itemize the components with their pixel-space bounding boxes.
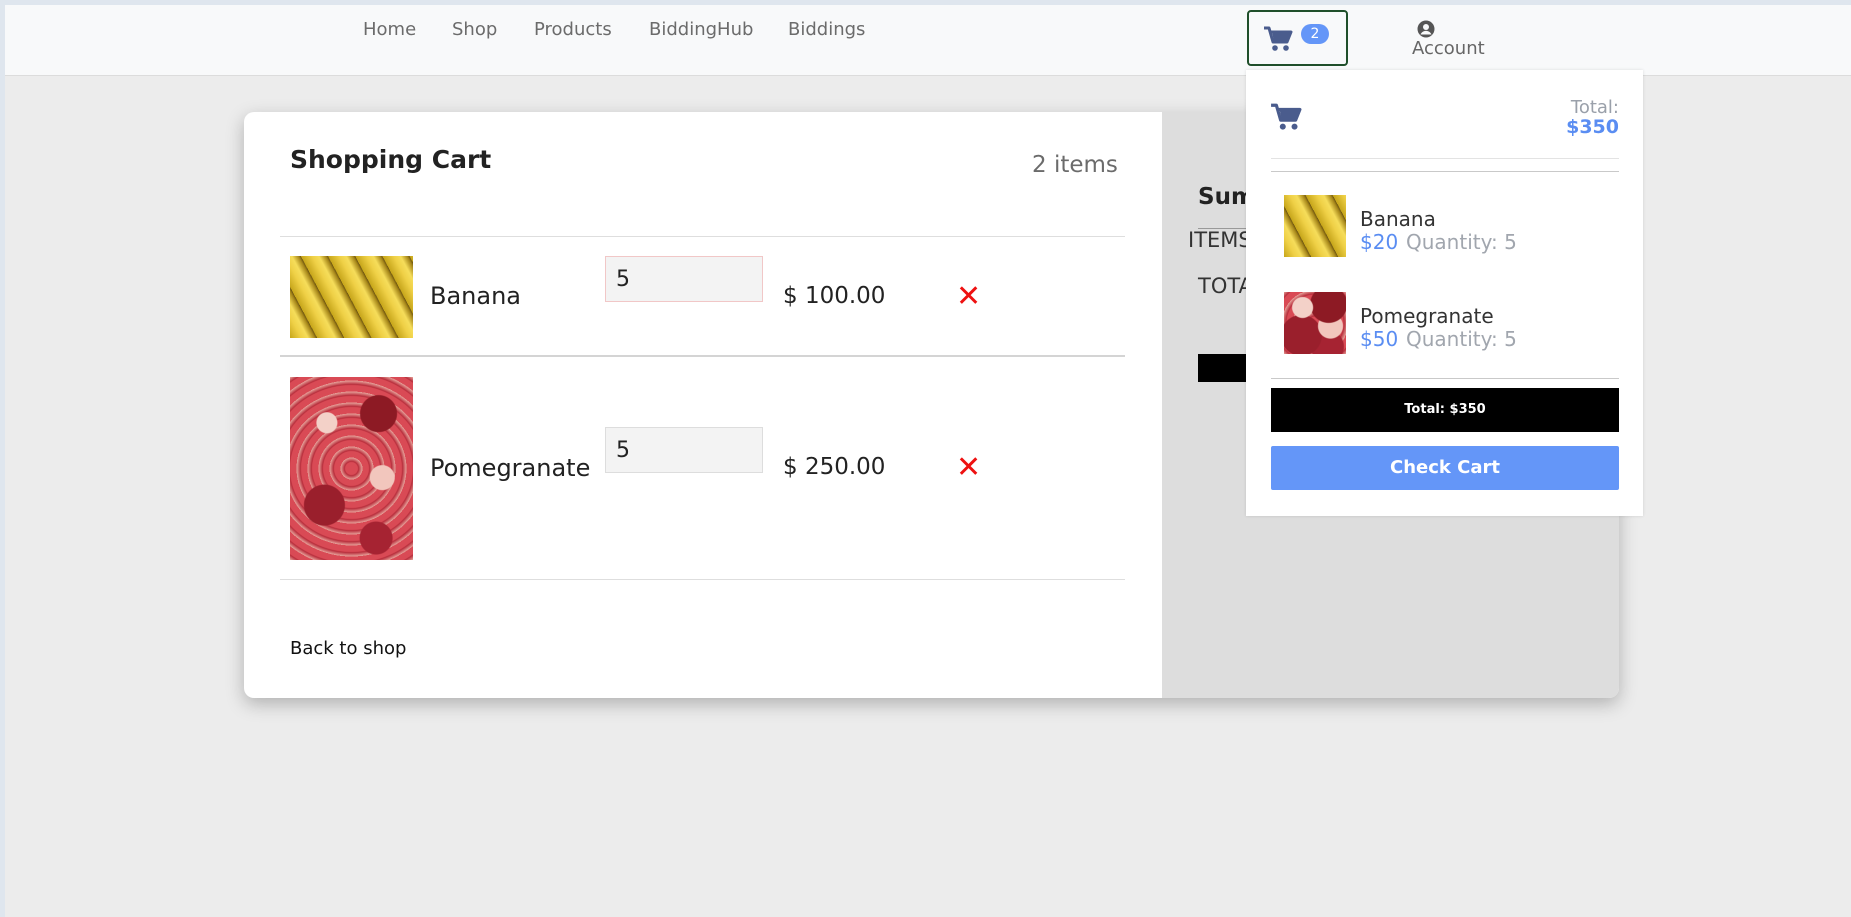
divider — [280, 236, 1125, 237]
dropdown-total-button[interactable]: Total: $350 — [1271, 388, 1619, 432]
top-navbar: Home Shop Products BiddingHub Biddings 2… — [5, 5, 1851, 76]
cart-items-count: 2 items — [1032, 152, 1118, 178]
account-menu[interactable]: Account — [1412, 18, 1502, 62]
back-to-shop-link[interactable]: Back to shop — [290, 638, 406, 659]
account-label: Account — [1412, 38, 1485, 59]
summary-items-label: ITEMS — [1188, 228, 1252, 252]
product-name: Pomegranate — [430, 454, 591, 482]
cart-icon — [1271, 103, 1302, 130]
cart-button[interactable]: 2 — [1247, 10, 1348, 66]
pomegranate-image — [290, 377, 413, 560]
nav-biddings-link[interactable]: Biddings — [788, 19, 865, 40]
dropdown-item-quantity: Quantity: 5 — [1406, 230, 1517, 254]
dropdown-item-price: $20 — [1360, 230, 1399, 254]
quantity-input[interactable] — [605, 427, 763, 473]
quantity-input[interactable] — [605, 256, 763, 302]
cart-title: Shopping Cart — [290, 145, 492, 174]
nav-shop-link[interactable]: Shop — [452, 19, 497, 40]
user-circle-icon — [1417, 20, 1435, 38]
dropdown-item-price: $50 — [1360, 327, 1399, 351]
check-cart-button[interactable]: Check Cart — [1271, 446, 1619, 490]
cart-icon — [1264, 26, 1293, 51]
window-left-border — [0, 0, 5, 917]
banana-image — [290, 256, 413, 338]
cart-dropdown: Total: $350 Banana $20 Quantity: 5 Pomeg… — [1246, 70, 1643, 516]
remove-item-button[interactable]: ✕ — [956, 282, 981, 312]
banana-thumbnail — [1284, 195, 1346, 257]
divider — [1271, 158, 1619, 159]
divider — [1271, 378, 1619, 379]
divider — [280, 355, 1125, 357]
nav-biddinghub-link[interactable]: BiddingHub — [649, 19, 753, 40]
divider — [280, 579, 1125, 580]
dropdown-total-value: $350 — [1566, 116, 1619, 138]
dropdown-total-label: Total: — [1570, 97, 1619, 118]
product-price: $ 100.00 — [783, 283, 886, 309]
product-price: $ 250.00 — [783, 454, 886, 480]
divider — [1271, 171, 1619, 172]
summary-total-label: TOTA — [1198, 274, 1253, 298]
cart-count-badge: 2 — [1301, 24, 1329, 44]
dropdown-item-name: Banana — [1360, 207, 1436, 231]
dropdown-item-name: Pomegranate — [1360, 304, 1494, 328]
nav-products-link[interactable]: Products — [534, 19, 612, 40]
nav-home-link[interactable]: Home — [363, 19, 416, 40]
dropdown-item-quantity: Quantity: 5 — [1406, 327, 1517, 351]
remove-item-button[interactable]: ✕ — [956, 453, 981, 483]
product-name: Banana — [430, 282, 522, 310]
pomegranate-thumbnail — [1284, 292, 1346, 354]
